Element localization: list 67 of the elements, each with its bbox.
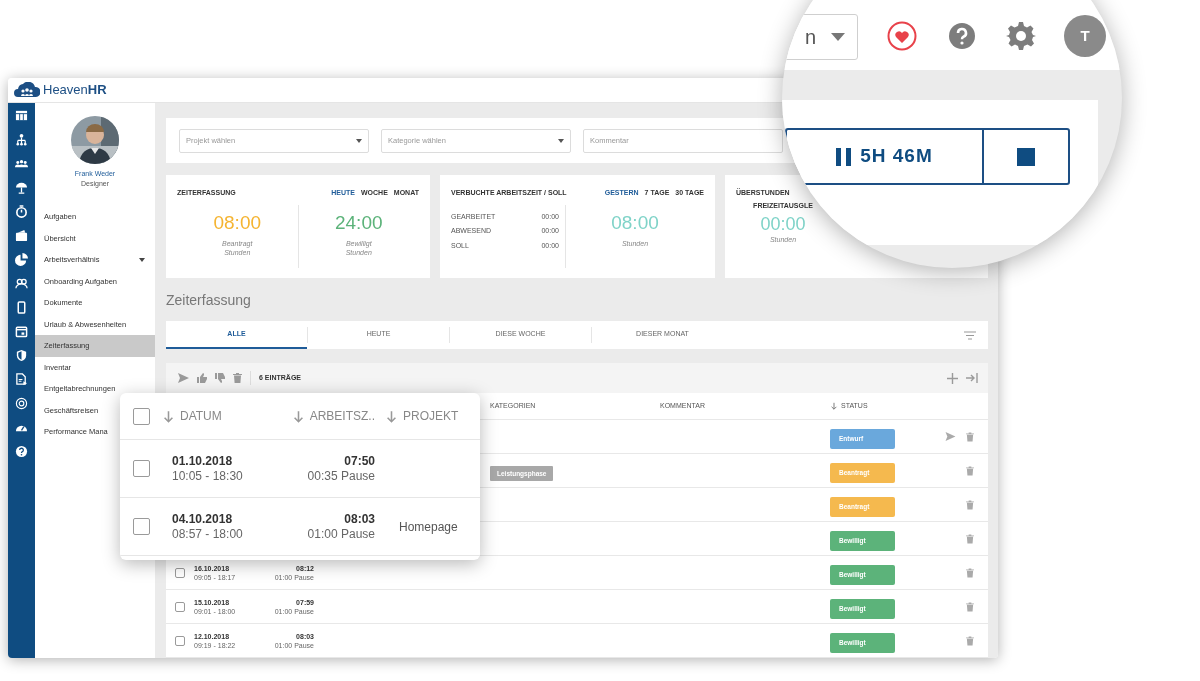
checkbox[interactable] <box>132 460 150 477</box>
entry-project: Homepage <box>399 519 458 534</box>
trash-icon[interactable] <box>966 601 974 612</box>
calendar-icon[interactable] <box>15 324 28 338</box>
grid-icon[interactable] <box>15 108 28 122</box>
stat-value: 08:00 <box>611 210 659 235</box>
caret-icon[interactable] <box>139 257 145 262</box>
stop-icon[interactable] <box>1017 147 1035 166</box>
send-icon[interactable] <box>945 432 956 441</box>
target-icon[interactable] <box>15 396 28 410</box>
trash-icon[interactable] <box>233 373 242 383</box>
entry-pause: 00:35 Pause <box>307 468 375 484</box>
umbrella-icon[interactable] <box>15 180 28 194</box>
entry-date: 04.10.2018 <box>172 511 234 527</box>
caret-icon[interactable] <box>831 33 845 41</box>
sort-icon[interactable] <box>385 409 398 423</box>
trash-icon[interactable] <box>966 635 974 646</box>
phone-icon[interactable] <box>15 300 28 314</box>
checkbox[interactable] <box>175 601 185 612</box>
pause-icon[interactable] <box>836 147 853 166</box>
stat-value: 24:00 <box>334 210 383 235</box>
add-icon[interactable] <box>947 372 958 384</box>
sort-icon[interactable] <box>291 409 305 423</box>
stop-button[interactable] <box>982 128 1070 185</box>
help-icon[interactable] <box>948 22 976 50</box>
pie-chart-icon[interactable] <box>15 252 28 266</box>
entry-time-range: 08:57 - 18:00 <box>172 526 244 542</box>
trash-icon[interactable] <box>966 465 974 476</box>
column-header[interactable]: ARBEITSZ.. <box>291 407 375 425</box>
trash-icon[interactable] <box>966 567 974 578</box>
stopwatch-icon[interactable] <box>15 204 28 218</box>
group-icon[interactable] <box>15 276 28 290</box>
caret-icon[interactable] <box>558 138 564 143</box>
entry-date: 01.10.2018 <box>172 453 234 469</box>
checkbox[interactable] <box>132 518 150 535</box>
caret-icon[interactable] <box>356 138 362 143</box>
filter-icon[interactable] <box>964 330 976 340</box>
trash-icon[interactable] <box>966 533 974 544</box>
section-title: Zeiterfassung <box>166 291 252 310</box>
entry-time-range: 10:05 - 18:30 <box>172 468 244 484</box>
shield-icon[interactable] <box>15 348 28 362</box>
thumbs-down-icon[interactable] <box>215 373 225 383</box>
org-chart-icon[interactable] <box>15 132 28 146</box>
column-header[interactable]: DATUM <box>162 407 222 425</box>
checkbox[interactable] <box>175 635 185 646</box>
help-icon[interactable] <box>15 444 28 458</box>
checkbox[interactable] <box>175 567 185 578</box>
timer-button[interactable]: 5H 46M <box>785 128 982 185</box>
thumbs-up-icon[interactable] <box>197 373 207 383</box>
entry-hours: 08:03 <box>344 511 375 527</box>
export-icon[interactable] <box>966 373 978 383</box>
sort-icon[interactable] <box>162 409 175 423</box>
trash-icon[interactable] <box>966 499 974 510</box>
entry-hours: 07:50 <box>344 453 375 469</box>
wallet-icon[interactable] <box>15 228 28 242</box>
checkbox[interactable] <box>132 407 150 425</box>
cloud-logo-icon <box>14 82 40 98</box>
stat-value: 00:00 <box>760 213 806 235</box>
document-icon[interactable] <box>15 372 28 386</box>
stat-value: 08:00 <box>213 210 261 235</box>
settings-icon[interactable] <box>1006 21 1036 51</box>
entry-pause: 01:00 Pause <box>307 526 375 542</box>
trash-icon[interactable] <box>966 431 974 442</box>
sort-icon[interactable] <box>830 402 838 410</box>
column-header[interactable]: PROJEKT <box>385 407 459 425</box>
app-logo: HeavenHR <box>43 81 107 100</box>
send-icon[interactable] <box>178 373 189 383</box>
